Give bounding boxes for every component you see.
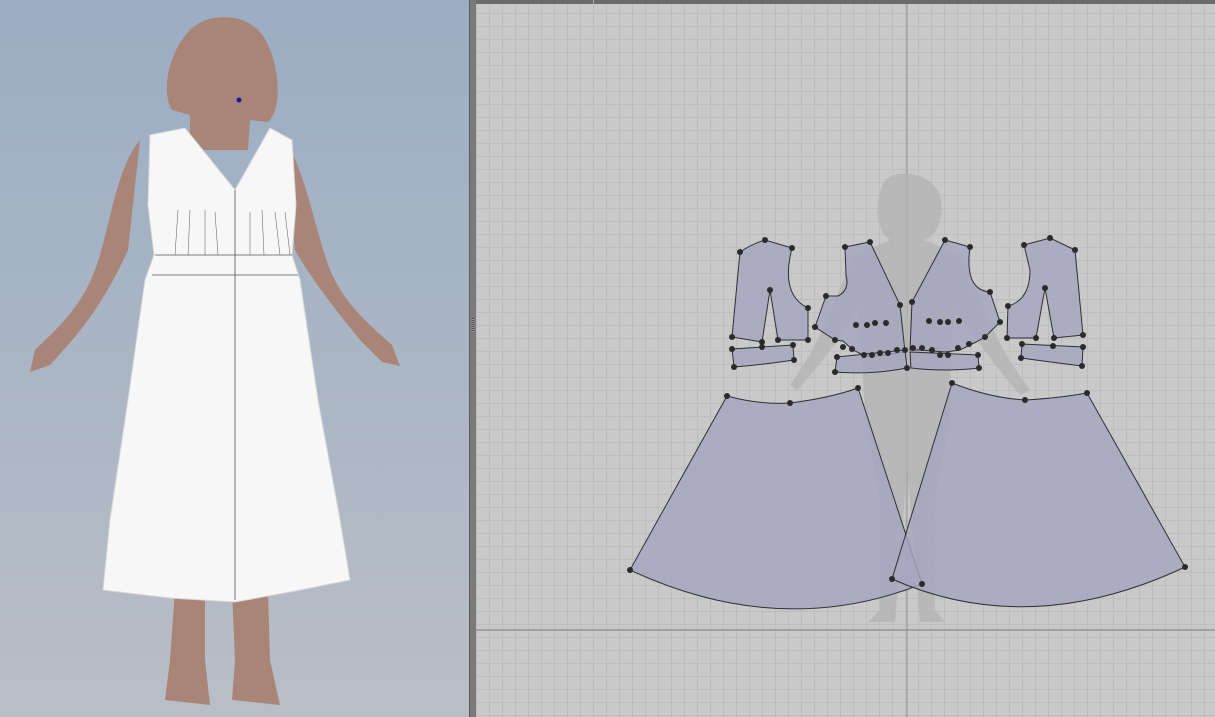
pattern-front-waistband-right[interactable]	[909, 351, 980, 371]
avatar-left-arm	[30, 140, 140, 372]
viewport-splitter[interactable]	[469, 0, 476, 717]
3d-viewport[interactable]	[0, 0, 469, 717]
splitter-grip-icon	[472, 318, 474, 332]
pattern-canvas	[476, 4, 1215, 717]
dress	[102, 127, 351, 603]
avatar-3d	[30, 17, 400, 705]
selection-point	[236, 97, 242, 103]
avatar-legs	[165, 590, 280, 705]
2d-pattern-viewport[interactable]	[476, 0, 1215, 717]
